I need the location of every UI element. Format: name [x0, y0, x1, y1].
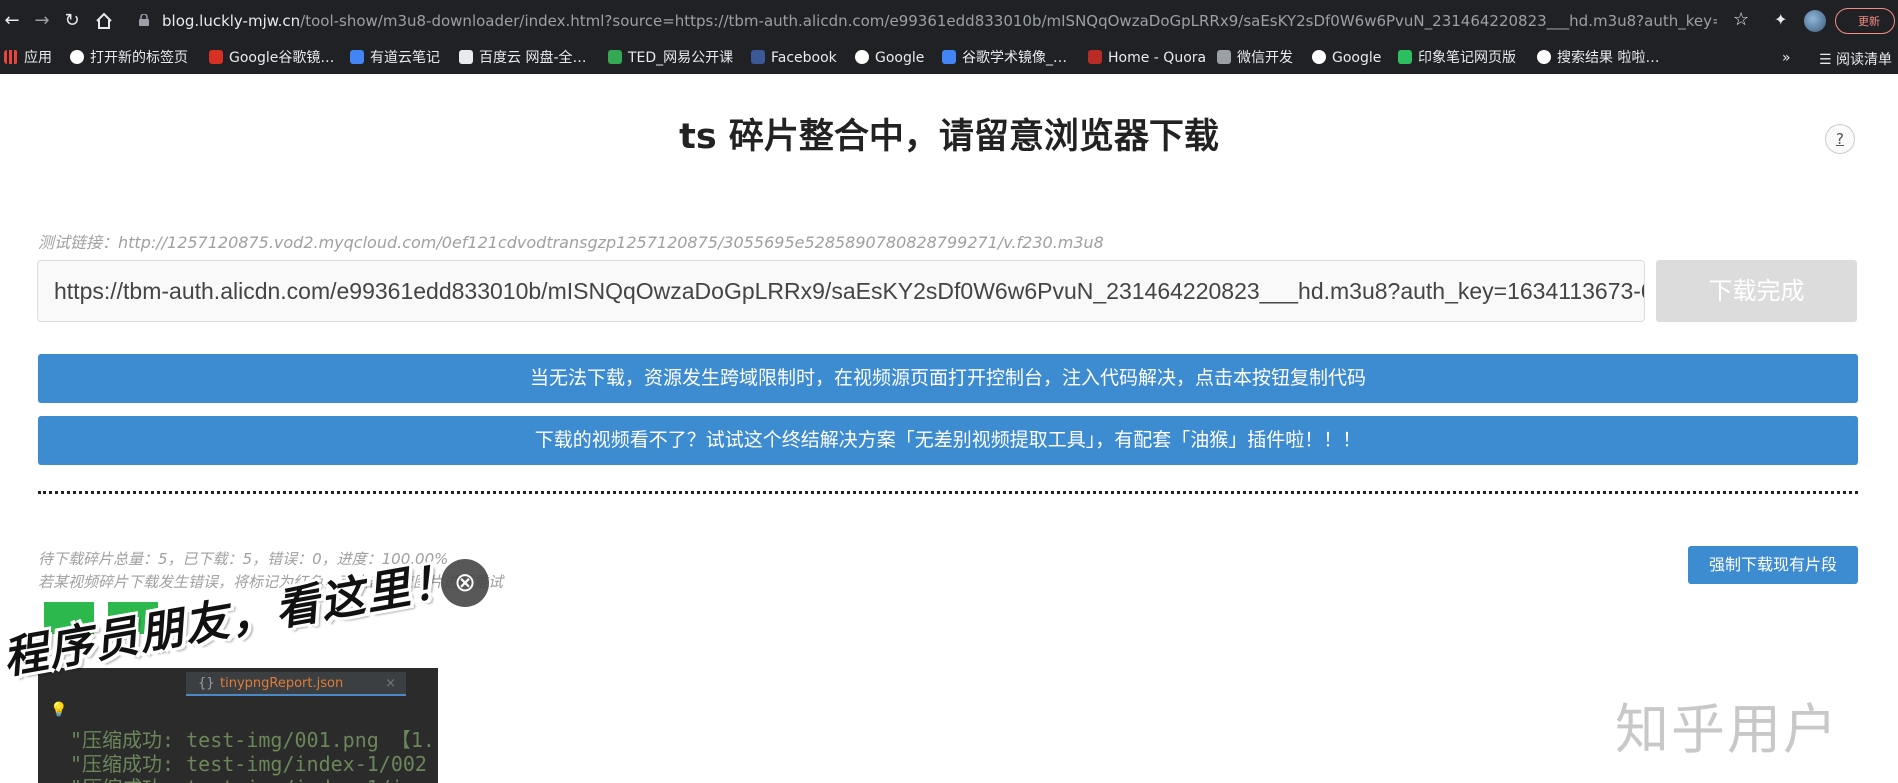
- m3u8-url-input[interactable]: https://tbm-auth.alicdn.com/e99361edd833…: [37, 260, 1645, 322]
- bookmark-label: Google谷歌镜…: [229, 50, 335, 66]
- baidu-icon: [459, 50, 473, 64]
- reading-list-icon: ☰: [1818, 52, 1832, 68]
- bookmark-youdao[interactable]: 有道云笔记: [350, 49, 440, 67]
- quora-icon: [1088, 50, 1102, 64]
- copy-cors-code-button[interactable]: 当无法下载，资源发生跨域限制时，在视频源页面打开控制台，注入代码解决，点击本按钮…: [38, 354, 1858, 403]
- bookmark-wechat-dev[interactable]: 微信开发: [1217, 49, 1293, 67]
- reading-list-button[interactable]: ☰ 阅读清单: [1819, 49, 1892, 69]
- page-title: ts 碎片整合中，请留意浏览器下载: [679, 117, 1219, 157]
- url-host: blog.luckly-mjw.cn: [162, 12, 301, 30]
- browser-toolbar: ← → ↻ blog.luckly-mjw.cn/tool-show/m3u8-…: [0, 0, 1898, 42]
- bookmark-label: Google: [1332, 50, 1382, 66]
- bookmark-label: TED_网易公开课: [628, 50, 734, 66]
- close-ad-icon[interactable]: ⊗: [441, 559, 489, 607]
- bookmark-label: 微信开发: [1237, 50, 1293, 66]
- update-button[interactable]: 更新: [1835, 8, 1895, 34]
- bookmark-label: 印象笔记网页版: [1418, 50, 1516, 66]
- bookmark-new-tab[interactable]: 打开新的标签页: [70, 49, 188, 67]
- bookmark-evernote[interactable]: 印象笔记网页版: [1398, 49, 1516, 67]
- back-arrow-icon[interactable]: ←: [0, 9, 24, 33]
- zhihu-watermark: 知乎用户: [1615, 698, 1839, 761]
- bookmark-label: Facebook: [771, 50, 837, 66]
- more-bookmarks-chevron-icon[interactable]: »: [1782, 49, 1791, 67]
- reading-list-label: 阅读清单: [1836, 52, 1892, 68]
- bookmark-google-1[interactable]: Google: [855, 49, 924, 67]
- reload-icon[interactable]: ↻: [60, 9, 84, 33]
- bookmark-quora[interactable]: Home - Quora: [1088, 49, 1206, 67]
- bookmark-ted[interactable]: TED_网易公开课: [608, 49, 733, 67]
- force-download-button[interactable]: 强制下载现有片段: [1688, 546, 1858, 584]
- chrome-icon: [70, 50, 84, 64]
- json-file-icon: {}: [198, 676, 215, 691]
- bookmark-star-icon[interactable]: ☆: [1733, 9, 1749, 30]
- editor-tab: {} tinypngReport.json ×: [186, 672, 406, 696]
- close-tab-icon: ×: [385, 676, 396, 691]
- bookmark-label: 有道云笔记: [370, 50, 440, 66]
- code-line: "压缩成功: test-img/index-1/img: [70, 772, 427, 783]
- video-extract-tool-button[interactable]: 下载的视频看不了？试试这个终结解决方案「无差别视频提取工具」，有配套「油猴」插件…: [38, 416, 1858, 465]
- evernote-icon: [1398, 50, 1412, 64]
- bookmark-baidu[interactable]: 百度云 网盘-全…: [459, 49, 587, 67]
- divider: [38, 491, 1858, 494]
- bookmark-label: 应用: [24, 50, 52, 66]
- bookmark-google-2[interactable]: Google: [1312, 49, 1381, 67]
- bookmark-facebook[interactable]: Facebook: [751, 49, 837, 67]
- youdao-icon: [350, 50, 364, 64]
- download-done-button[interactable]: 下载完成: [1656, 260, 1857, 322]
- play-icon: [608, 50, 622, 64]
- chrome-icon: [1537, 50, 1551, 64]
- extensions-puzzle-icon[interactable]: ✦: [1774, 10, 1787, 29]
- bookmark-scholar[interactable]: 谷歌学术镜像_…: [942, 49, 1067, 67]
- google-icon: [1312, 50, 1326, 64]
- bookmarks-bar: 应用 打开新的标签页 Google谷歌镜… 有道云笔记 百度云 网盘-全… TE…: [0, 42, 1898, 74]
- apps-grid-icon: [4, 50, 18, 64]
- help-button[interactable]: ?: [1825, 124, 1855, 154]
- test-link-text: 测试链接：http://1257120875.vod2.myqcloud.com…: [38, 233, 1104, 252]
- editor-tab-label: tinypngReport.json: [220, 676, 344, 691]
- google-icon: [855, 50, 869, 64]
- bookmark-label: 百度云 网盘-全…: [479, 50, 587, 66]
- lock-icon[interactable]: [139, 14, 149, 26]
- bookmark-label: 打开新的标签页: [90, 50, 188, 66]
- address-bar[interactable]: blog.luckly-mjw.cn/tool-show/m3u8-downlo…: [162, 12, 1717, 30]
- bookmark-google-mirror[interactable]: Google谷歌镜…: [209, 49, 334, 67]
- home-icon[interactable]: [92, 9, 116, 33]
- bookmark-label: Home - Quora: [1108, 50, 1207, 66]
- lightbulb-icon: 💡: [50, 702, 68, 718]
- bookmark-label: 谷歌学术镜像_…: [962, 50, 1067, 66]
- facebook-icon: [751, 50, 765, 64]
- bird-icon: [209, 50, 223, 64]
- url-path: /tool-show/m3u8-downloader/index.html?so…: [300, 12, 1717, 30]
- bookmark-apps[interactable]: 应用: [4, 49, 52, 67]
- bookmark-label: 搜索结果 啦啦…: [1557, 50, 1660, 66]
- scholar-icon: [942, 50, 956, 64]
- folder-icon: [1217, 50, 1231, 64]
- profile-avatar[interactable]: [1804, 10, 1826, 32]
- ad-code-preview[interactable]: {} tinypngReport.json × 💡 "压缩成功: test-img/…: [38, 668, 438, 783]
- bookmark-search-results[interactable]: 搜索结果 啦啦…: [1537, 49, 1659, 67]
- forward-arrow-icon[interactable]: →: [30, 9, 54, 33]
- bookmark-label: Google: [875, 50, 925, 66]
